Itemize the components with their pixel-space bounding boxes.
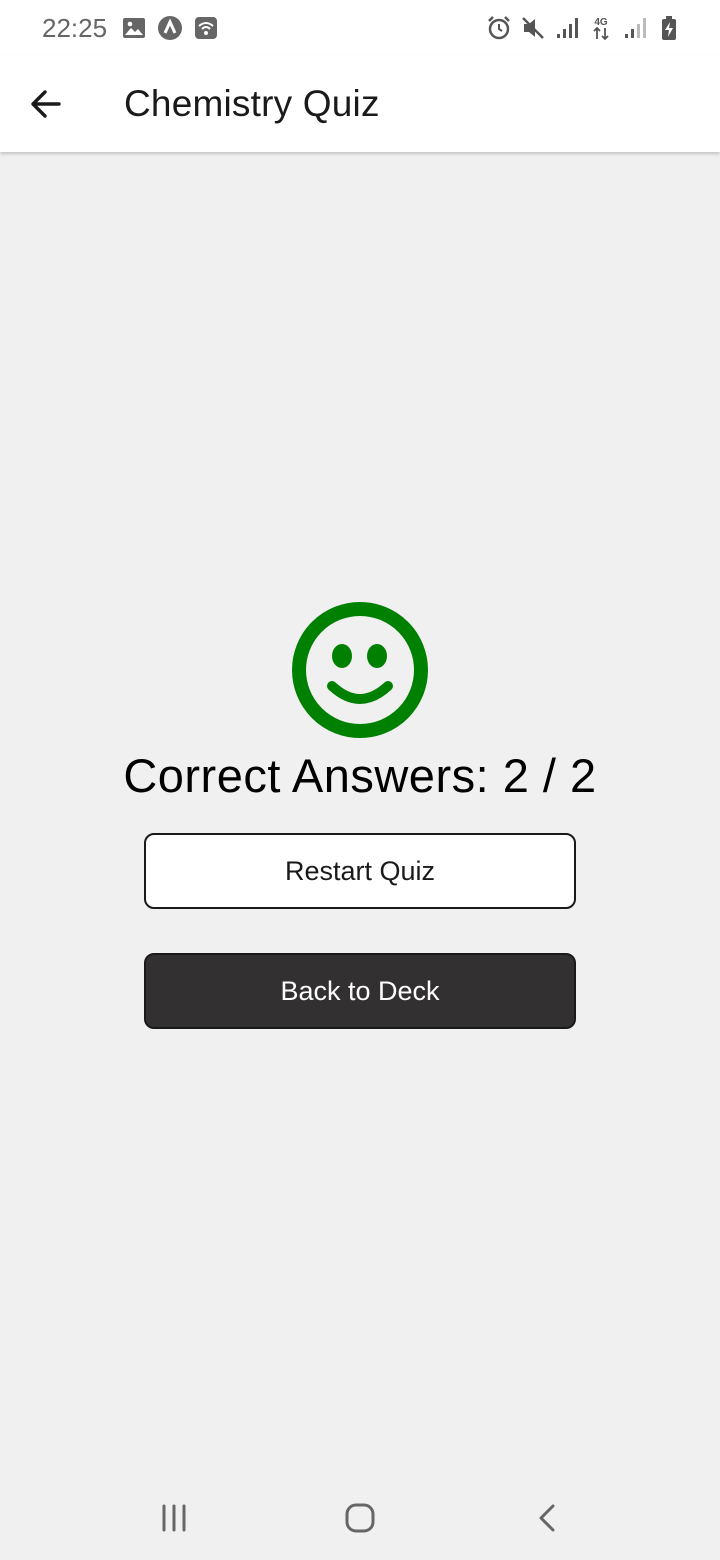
status-bar: 22:25 4G — [0, 0, 720, 56]
wifi-calling-icon — [193, 15, 219, 41]
status-time: 22:25 — [42, 12, 108, 43]
back-to-deck-button[interactable]: Back to Deck — [144, 953, 576, 1029]
alarm-icon — [486, 15, 512, 41]
image-icon — [121, 15, 147, 41]
signal-weak-icon — [622, 15, 648, 41]
app-bar: Chemistry Quiz — [0, 56, 720, 152]
status-left-icons — [121, 15, 219, 41]
recents-button[interactable] — [150, 1494, 198, 1542]
network-label: 4G — [594, 17, 608, 28]
score-text: Correct Answers: 2 / 2 — [123, 749, 597, 802]
nav-back-icon — [539, 1504, 555, 1532]
mute-icon — [520, 15, 546, 41]
recents-icon — [162, 1504, 186, 1532]
nav-back-button[interactable] — [524, 1494, 572, 1542]
app-notification-icon — [157, 15, 183, 41]
home-button[interactable] — [336, 1494, 384, 1542]
4g-data-icon: 4G — [588, 15, 614, 41]
restart-quiz-button[interactable]: Restart Quiz — [144, 833, 576, 909]
navigation-bar — [0, 1476, 720, 1560]
battery-charging-icon — [656, 15, 682, 41]
back-button[interactable] — [22, 80, 70, 128]
smiley-face-icon — [292, 602, 428, 738]
result-area: Correct Answers: 2 / 2 Restart Quiz Back… — [0, 600, 720, 1029]
status-right-icons: 4G — [486, 15, 682, 41]
signal-icon — [554, 15, 580, 41]
page-title: Chemistry Quiz — [124, 83, 380, 124]
home-icon — [345, 1503, 375, 1533]
arrow-left-icon — [31, 90, 61, 118]
